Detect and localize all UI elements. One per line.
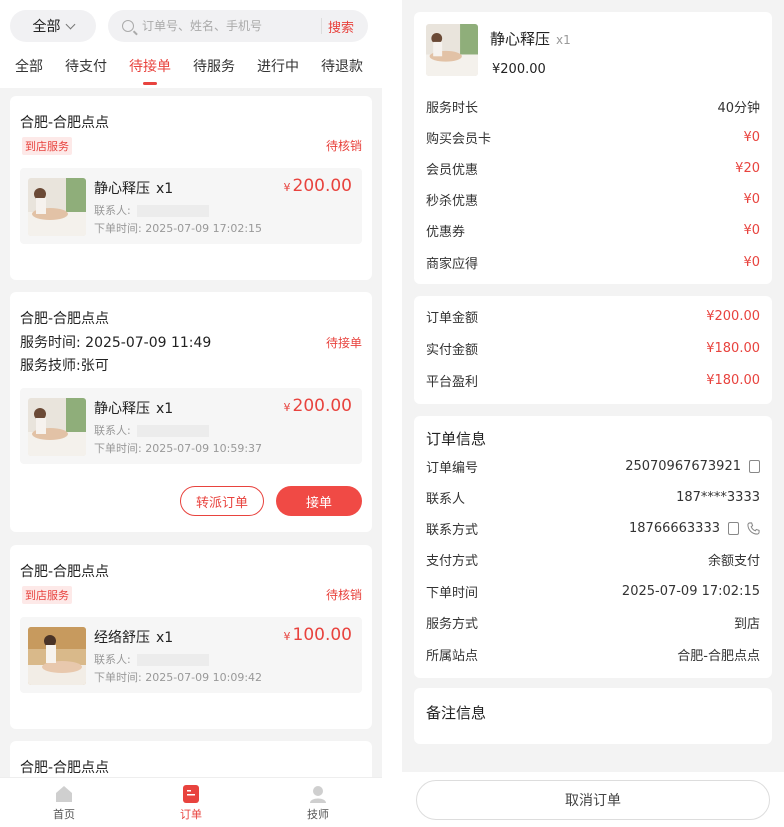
- service-type-tag: 到店服务: [22, 586, 72, 604]
- detail-footer: 取消订单: [402, 772, 784, 827]
- item-price: ¥200.00: [283, 396, 352, 416]
- filter-label: 全部: [32, 19, 61, 35]
- order-item: 经络舒压 x1 ¥100.00 联系人: 下单时间: 2025-07-09 10:…: [20, 617, 362, 693]
- item-thumbnail: [28, 398, 86, 456]
- contact-line: 联系人:: [94, 651, 209, 667]
- nav-orders-label: 订单: [180, 808, 202, 821]
- order-time-line: 下单时间: 2025-07-09 10:09:42: [94, 671, 263, 684]
- fee-row: 秒杀优惠 ¥0: [426, 191, 760, 209]
- service-type-tag: 到店服务: [22, 137, 72, 155]
- order-detail-panel: 静心释压 x1 ¥200.00 服务时长 40分钟 购买会员卡 ¥0 会员优惠 ¥20 …: [402, 0, 784, 827]
- amount-row: 实付金额 ¥180.00: [426, 340, 760, 358]
- nav-technician-label: 技师: [307, 808, 329, 821]
- fee-row: 服务时长 40分钟: [426, 100, 760, 116]
- nav-home[interactable]: 首页: [34, 784, 94, 822]
- order-info-card: 订单信息 订单编号 25070967673921 联系人 187****3333 联…: [414, 416, 772, 678]
- amount-card: 订单金额 ¥200.00 实付金额 ¥180.00 平台盈利 ¥180.00: [414, 296, 772, 404]
- nav-orders[interactable]: 订单: [161, 784, 221, 822]
- info-row: 服务方式 到店: [426, 616, 760, 632]
- contact-redacted: [136, 425, 209, 437]
- tab-in-progress[interactable]: 进行中: [250, 54, 306, 88]
- chevron-down-icon: [65, 19, 75, 29]
- search-bar: 搜索: [108, 10, 368, 42]
- order-icon: [183, 785, 199, 803]
- order-card[interactable]: 合肥-合肥点点 到店服务 待核销 静心释压 x1 ¥200.00 联系人: 下单时…: [10, 96, 372, 280]
- contact-redacted: [136, 654, 209, 666]
- cancel-order-button[interactable]: 取消订单: [416, 780, 770, 820]
- info-row: 所属站点 合肥-合肥点点: [426, 648, 760, 664]
- item-price: ¥100.00: [283, 625, 352, 645]
- phone-icon[interactable]: [747, 521, 760, 535]
- store-name: 合肥-合肥点点: [20, 115, 110, 131]
- filter-dropdown[interactable]: 全部: [10, 10, 96, 42]
- fee-summary-card: 静心释压 x1 ¥200.00 服务时长 40分钟 购买会员卡 ¥0 会员优惠 ¥20 …: [414, 12, 772, 284]
- contact-redacted: [136, 205, 209, 217]
- nav-technician[interactable]: 技师: [288, 784, 348, 822]
- remark-title: 备注信息: [426, 704, 487, 722]
- remark-card: 备注信息: [414, 688, 772, 744]
- nav-home-label: 首页: [53, 808, 75, 821]
- store-name: 合肥-合肥点点: [20, 760, 110, 776]
- item-name: 静心释压 x1: [94, 401, 174, 417]
- info-row: 联系方式 18766663333: [426, 518, 760, 538]
- info-row: 支付方式 余额支付: [426, 553, 760, 569]
- fee-row: 商家应得 ¥0: [426, 254, 760, 272]
- item-name: 静心释压 x1: [94, 181, 174, 197]
- store-name: 合肥-合肥点点: [20, 564, 110, 580]
- bottom-navigation: 首页 订单 技师: [0, 777, 382, 827]
- order-list-panel: 全部 搜索 全部 待支付 待接单 待服务 进行中 待退款 合肥-合肥点点 到店服…: [0, 0, 382, 827]
- item-name: 静心释压 x1: [490, 30, 571, 48]
- order-item: 静心释压 x1 ¥200.00 联系人: 下单时间: 2025-07-09 17:…: [20, 168, 362, 244]
- tab-pending-refund[interactable]: 待退款: [314, 54, 370, 88]
- search-icon: [122, 20, 134, 32]
- tab-pending-accept[interactable]: 待接单: [122, 54, 178, 88]
- item-thumbnail: [28, 627, 86, 685]
- status-badge: 待接单: [325, 336, 362, 350]
- fee-row: 购买会员卡 ¥0: [426, 129, 760, 147]
- info-row: 订单编号 25070967673921: [426, 456, 760, 476]
- fee-row: 优惠券 ¥0: [426, 222, 760, 240]
- service-time-line: 服务时间: 2025-07-09 11:49: [20, 335, 212, 351]
- order-card[interactable]: 合肥-合肥点点 服务时间: 2025-07-09 11:49 待接单 服务技师:…: [10, 292, 372, 532]
- search-divider: [321, 18, 322, 34]
- item-name: 经络舒压 x1: [94, 630, 174, 646]
- copy-icon[interactable]: [749, 459, 760, 473]
- home-icon: [56, 786, 72, 802]
- list-header: 全部 搜索 全部 待支付 待接单 待服务 进行中 待退款: [0, 0, 382, 88]
- fee-row: 会员优惠 ¥20: [426, 160, 760, 178]
- order-time-line: 下单时间: 2025-07-09 10:59:37: [94, 442, 263, 455]
- technician-line: 服务技师:张可: [20, 358, 109, 374]
- item-price: ¥200.00: [492, 62, 546, 77]
- tab-pending-payment[interactable]: 待支付: [58, 54, 114, 88]
- transfer-order-button[interactable]: 转派订单: [180, 486, 264, 516]
- order-info-title: 订单信息: [426, 430, 487, 448]
- item-price: ¥200.00: [283, 176, 352, 196]
- status-badge: 待核销: [325, 139, 362, 153]
- accept-order-button[interactable]: 接单: [276, 486, 362, 516]
- search-input[interactable]: [142, 19, 317, 33]
- amount-row: 平台盈利 ¥180.00: [426, 372, 760, 390]
- tab-pending-service[interactable]: 待服务: [186, 54, 242, 88]
- order-item: 静心释压 x1 ¥200.00 联系人: 下单时间: 2025-07-09 10:…: [20, 388, 362, 464]
- copy-icon[interactable]: [728, 521, 739, 535]
- search-button[interactable]: 搜索: [328, 17, 354, 36]
- amount-row: 订单金额 ¥200.00: [426, 308, 760, 326]
- item-thumbnail: [426, 24, 478, 76]
- contact-line: 联系人:: [94, 202, 209, 218]
- order-time-line: 下单时间: 2025-07-09 17:02:15: [94, 222, 263, 235]
- status-badge: 待核销: [325, 588, 362, 602]
- info-row: 联系人 187****3333: [426, 489, 760, 507]
- technician-icon: [310, 786, 326, 803]
- tab-all[interactable]: 全部: [8, 54, 50, 88]
- contact-line: 联系人:: [94, 422, 209, 438]
- status-tabs: 全部 待支付 待接单 待服务 进行中 待退款: [0, 54, 382, 88]
- info-row: 下单时间 2025-07-09 17:02:15: [426, 583, 760, 601]
- order-card[interactable]: 合肥-合肥点点 到店服务 待核销 经络舒压 x1 ¥100.00 联系人: 下单时…: [10, 545, 372, 729]
- store-name: 合肥-合肥点点: [20, 311, 110, 327]
- item-thumbnail: [28, 178, 86, 236]
